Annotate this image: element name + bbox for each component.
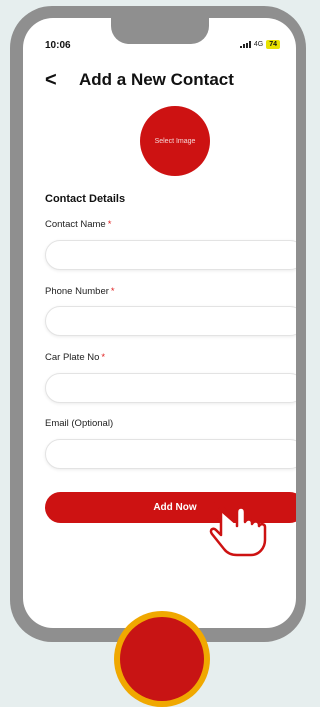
select-image-label: Select Image bbox=[154, 137, 196, 145]
contact-name-input[interactable] bbox=[45, 240, 296, 270]
chevron-left-icon: < bbox=[45, 69, 57, 91]
status-time: 10:06 bbox=[45, 40, 71, 51]
battery-badge: 74 bbox=[266, 40, 280, 49]
car-plate-input[interactable] bbox=[45, 373, 296, 403]
phone-notch bbox=[111, 18, 209, 44]
required-marker: * bbox=[110, 286, 115, 297]
select-image-button[interactable]: Select Image bbox=[140, 106, 210, 176]
email-input[interactable] bbox=[45, 439, 296, 469]
signal-icon bbox=[239, 41, 251, 48]
status-indicators: 4G 74 bbox=[239, 40, 280, 49]
back-button[interactable]: < bbox=[45, 70, 57, 90]
section-title: Contact Details bbox=[45, 193, 126, 205]
required-marker: * bbox=[101, 352, 106, 363]
phone-number-label: Phone Number * bbox=[45, 286, 115, 297]
car-plate-label: Car Plate No * bbox=[45, 352, 106, 363]
email-label: Email (Optional) bbox=[45, 418, 114, 429]
phone-number-input[interactable] bbox=[45, 306, 296, 336]
network-type: 4G bbox=[253, 41, 264, 48]
home-button[interactable] bbox=[114, 611, 210, 707]
page-title: Add a New Contact bbox=[79, 70, 234, 89]
contact-name-label: Contact Name * bbox=[45, 219, 112, 230]
required-marker: * bbox=[107, 219, 112, 230]
hand-pointer-icon bbox=[209, 499, 267, 557]
